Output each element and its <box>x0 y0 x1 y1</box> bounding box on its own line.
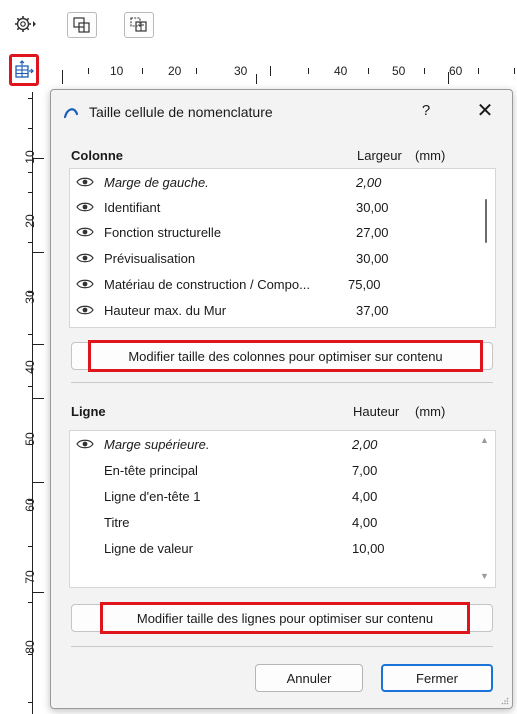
column-row[interactable]: Fonction structurelle 27,00 <box>70 221 495 245</box>
column-list-scrollbar[interactable] <box>485 199 487 243</box>
column-row[interactable]: Matériau de construction / Compo... 75,0… <box>70 273 495 297</box>
frame-select-button[interactable] <box>67 12 97 38</box>
horizontal-ruler: 10 20 30 40 50 60 <box>44 62 517 84</box>
eye-icon[interactable] <box>76 304 94 316</box>
optimize-columns-label: Modifier taille des colonnes pour optimi… <box>88 340 483 372</box>
resize-grip-icon[interactable] <box>501 697 509 705</box>
vertical-ruler: 10 20 30 40 50 60 70 80 <box>18 92 50 714</box>
vruler-label-10: 10 <box>23 150 37 164</box>
line-row[interactable]: Titre 4,00 <box>70 511 495 535</box>
width-unit: (mm) <box>415 148 446 163</box>
column-name: Prévisualisation <box>104 251 196 266</box>
scroll-up-icon[interactable]: ▲ <box>480 435 489 445</box>
vruler-label-80: 80 <box>23 640 37 654</box>
table-insert-icon <box>15 60 34 78</box>
column-row[interactable]: Identifiant 30,00 <box>70 196 495 220</box>
ruler-label-60: 60 <box>449 64 463 78</box>
vruler-label-70: 70 <box>23 570 37 584</box>
line-header: Ligne <box>71 404 106 419</box>
column-width[interactable]: 75,00 <box>348 277 381 292</box>
column-row[interactable]: Prévisualisation 30,00 <box>70 247 495 271</box>
footer-divider <box>71 646 493 647</box>
line-height[interactable]: 2,00 <box>352 437 377 452</box>
line-name: Marge supérieure. <box>104 437 210 452</box>
column-name: Identifiant <box>104 200 161 215</box>
eye-icon[interactable] <box>76 278 94 290</box>
vruler-label-50: 50 <box>23 432 37 446</box>
column-width[interactable]: 2,00 <box>356 175 381 190</box>
line-name: Ligne d'en-tête 1 <box>104 489 201 504</box>
height-header: Hauteur <box>353 404 400 419</box>
optimize-columns-button[interactable]: Modifier taille des colonnes pour optimi… <box>71 340 493 372</box>
line-name: Titre <box>104 515 130 530</box>
optimize-lines-button[interactable]: Modifier taille des lignes pour optimise… <box>71 602 493 634</box>
vruler-label-20: 20 <box>23 214 37 228</box>
marquee-select-button[interactable] <box>124 12 154 38</box>
column-width[interactable]: 30,00 <box>356 200 389 215</box>
ruler-label-10: 10 <box>110 64 124 78</box>
schedule-cell-size-button[interactable] <box>9 54 39 86</box>
column-width[interactable]: 27,00 <box>356 225 389 240</box>
app-window: 10 20 30 40 50 60 10 20 30 40 50 60 70 8… <box>0 0 517 714</box>
schedule-cell-size-dialog: Taille cellule de nomenclature ? ✕ Colon… <box>50 89 513 709</box>
dialog-title: Taille cellule de nomenclature <box>89 104 273 120</box>
cancel-button[interactable]: Annuler <box>255 664 363 692</box>
line-name: En-tête principal <box>104 463 198 478</box>
scroll-down-icon[interactable]: ▼ <box>480 571 489 581</box>
line-row[interactable]: Ligne d'en-tête 1 4,00 <box>70 485 495 509</box>
eye-icon[interactable] <box>76 438 94 450</box>
close-icon[interactable]: ✕ <box>473 99 497 123</box>
line-list: Marge supérieure. 2,00 En-tête principal… <box>69 430 496 588</box>
line-height[interactable]: 4,00 <box>352 515 377 530</box>
line-row[interactable]: En-tête principal 7,00 <box>70 459 495 483</box>
column-name: Matériau de construction / Compo... <box>104 277 310 292</box>
line-row[interactable]: Marge supérieure. 2,00 <box>70 433 495 457</box>
column-name: Fonction structurelle <box>104 225 222 240</box>
help-button[interactable]: ? <box>416 102 436 119</box>
height-unit: (mm) <box>415 404 446 419</box>
marquee-select-icon <box>130 17 147 32</box>
vruler-label-30: 30 <box>23 290 37 304</box>
width-header: Largeur <box>357 148 402 163</box>
line-height[interactable]: 4,00 <box>352 489 377 504</box>
column-header: Colonne <box>71 148 123 163</box>
column-width[interactable]: 30,00 <box>356 251 389 266</box>
close-button[interactable]: Fermer <box>381 664 493 692</box>
line-height[interactable]: 7,00 <box>352 463 377 478</box>
gear-icon <box>15 16 36 32</box>
dialog-titlebar[interactable]: Taille cellule de nomenclature ? ✕ <box>51 90 512 134</box>
archicad-logo-icon <box>63 108 79 119</box>
column-row[interactable]: Marge de gauche. 2,00 <box>70 171 495 195</box>
ruler-label-40: 40 <box>334 64 348 78</box>
eye-icon[interactable] <box>76 226 94 238</box>
line-row[interactable]: Ligne de valeur 10,00 <box>70 537 495 561</box>
column-width[interactable]: 37,00 <box>356 303 389 318</box>
column-name: Hauteur max. du Mur <box>104 303 227 318</box>
frame-select-icon <box>73 17 90 33</box>
eye-icon[interactable] <box>76 252 94 264</box>
column-list: Marge de gauche. 2,00 Identifiant 30,00 … <box>69 168 496 328</box>
line-name: Ligne de valeur <box>104 541 193 556</box>
eye-icon[interactable] <box>76 176 94 188</box>
column-name: Marge de gauche. <box>104 175 209 190</box>
ruler-label-50: 50 <box>392 64 406 78</box>
vruler-label-40: 40 <box>23 360 37 374</box>
ruler-label-20: 20 <box>168 64 182 78</box>
toolbar <box>0 0 517 50</box>
ruler-label-30: 30 <box>234 64 248 78</box>
vruler-label-60: 60 <box>23 498 37 512</box>
settings-button[interactable] <box>12 12 40 36</box>
column-row[interactable]: Hauteur max. du Mur 37,00 <box>70 299 495 323</box>
optimize-lines-label: Modifier taille des lignes pour optimise… <box>100 602 470 634</box>
line-height[interactable]: 10,00 <box>352 541 385 556</box>
eye-icon[interactable] <box>76 201 94 213</box>
section-divider <box>71 382 493 383</box>
